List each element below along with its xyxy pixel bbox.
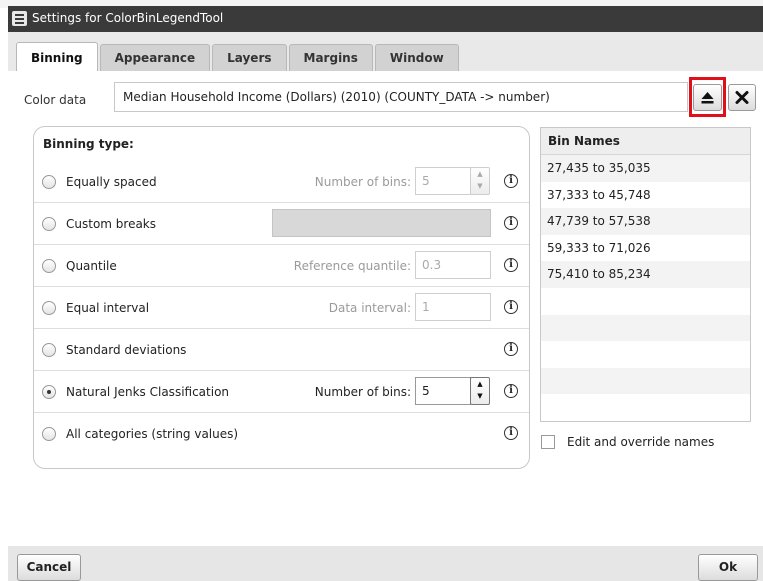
- override-names-checkbox[interactable]: [541, 435, 555, 449]
- radio-natural-jenks[interactable]: [42, 385, 56, 399]
- option-label: Equally spaced: [66, 175, 157, 189]
- param-label: Number of bins:: [314, 175, 411, 189]
- info-icon[interactable]: i: [504, 174, 518, 188]
- info-icon[interactable]: i: [504, 426, 518, 440]
- option-custom-breaks: Custom breaks i: [34, 203, 529, 245]
- equally-spaced-bins-input[interactable]: 5: [415, 167, 471, 195]
- empty-row: [541, 367, 750, 395]
- dialog-footer: Cancel Ok: [8, 546, 763, 581]
- spin-down-icon[interactable]: ▼: [471, 180, 489, 192]
- radio-quantile[interactable]: [42, 259, 56, 273]
- settings-window: Settings for ColorBinLegendTool Binning …: [8, 6, 763, 581]
- radio-standard-deviations[interactable]: [42, 343, 56, 357]
- option-equally-spaced: Equally spaced Number of bins: 5 ▲ ▼ i: [34, 161, 529, 203]
- data-interval-input[interactable]: 1: [415, 293, 491, 321]
- window-title: Settings for ColorBinLegendTool: [32, 11, 224, 25]
- cancel-button[interactable]: Cancel: [17, 554, 81, 581]
- eject-button[interactable]: [693, 84, 722, 111]
- title-bar: Settings for ColorBinLegendTool: [8, 6, 763, 32]
- info-icon[interactable]: i: [504, 342, 518, 356]
- color-data-label: Color data: [24, 93, 87, 107]
- empty-row: [541, 314, 750, 342]
- binning-type-heading: Binning type:: [43, 137, 134, 151]
- option-label: Quantile: [66, 259, 117, 273]
- empty-row: [541, 394, 750, 421]
- eject-icon: [701, 92, 714, 104]
- window-menu-icon[interactable]: [12, 11, 27, 26]
- info-icon[interactable]: i: [504, 216, 518, 230]
- bin-name-item[interactable]: 37,333 to 45,748: [541, 182, 750, 209]
- bins-stepper[interactable]: ▲ ▼: [470, 377, 490, 405]
- tab-strip: Binning Appearance Layers Margins Window: [8, 32, 763, 71]
- bin-names-list[interactable]: Bin Names 27,435 to 35,035 37,333 to 45,…: [540, 127, 751, 422]
- tab-content: Color data Median Household Income (Doll…: [8, 71, 763, 546]
- ok-button[interactable]: Ok: [698, 554, 758, 581]
- bin-name-item[interactable]: 47,739 to 57,538: [541, 208, 750, 235]
- spin-up-icon[interactable]: ▲: [471, 168, 489, 180]
- empty-row: [541, 341, 750, 368]
- info-icon[interactable]: i: [504, 258, 518, 272]
- spin-up-icon[interactable]: ▲: [471, 378, 489, 390]
- option-label: Natural Jenks Classification: [66, 385, 230, 399]
- empty-row: [541, 288, 750, 315]
- param-label: Data interval:: [328, 301, 411, 315]
- option-label: Custom breaks: [66, 217, 157, 231]
- option-all-categories: All categories (string values) i: [34, 413, 529, 455]
- custom-breaks-input[interactable]: [272, 209, 491, 237]
- tab-appearance[interactable]: Appearance: [99, 44, 211, 71]
- reference-quantile-input[interactable]: 0.3: [415, 251, 491, 279]
- radio-equally-spaced[interactable]: [42, 175, 56, 189]
- option-label: Equal interval: [66, 301, 150, 315]
- tab-window[interactable]: Window: [374, 44, 459, 71]
- param-label: Number of bins:: [314, 385, 411, 399]
- close-icon: [735, 91, 749, 104]
- radio-custom-breaks[interactable]: [42, 217, 56, 231]
- override-names-label[interactable]: Edit and override names: [567, 435, 714, 449]
- clear-color-data-button[interactable]: [728, 84, 756, 111]
- param-label: Reference quantile:: [293, 259, 411, 273]
- tab-layers[interactable]: Layers: [212, 44, 287, 71]
- spin-down-icon[interactable]: ▼: [471, 390, 489, 402]
- info-icon[interactable]: i: [504, 384, 518, 398]
- jenks-bins-input[interactable]: 5: [415, 377, 471, 405]
- binning-type-panel: Binning type: Equally spaced Number of b…: [33, 126, 530, 469]
- color-data-field[interactable]: Median Household Income (Dollars) (2010)…: [114, 82, 688, 112]
- bins-stepper[interactable]: ▲ ▼: [470, 167, 490, 195]
- bin-name-item[interactable]: 75,410 to 85,234: [541, 261, 750, 288]
- info-icon[interactable]: i: [504, 300, 518, 314]
- tab-list: Binning Appearance Layers Margins Window: [16, 42, 461, 71]
- tab-margins[interactable]: Margins: [288, 44, 373, 71]
- bin-names-header: Bin Names: [541, 128, 750, 155]
- bin-name-item[interactable]: 27,435 to 35,035: [541, 155, 750, 182]
- radio-equal-interval[interactable]: [42, 301, 56, 315]
- tab-binning[interactable]: Binning: [16, 42, 98, 71]
- option-natural-jenks: Natural Jenks Classification Number of b…: [34, 371, 529, 413]
- option-quantile: Quantile Reference quantile: 0.3 i: [34, 245, 529, 287]
- radio-all-categories[interactable]: [42, 427, 56, 441]
- option-label: Standard deviations: [66, 343, 187, 357]
- option-equal-interval: Equal interval Data interval: 1 i: [34, 287, 529, 329]
- option-label: All categories (string values): [66, 427, 239, 441]
- bin-name-item[interactable]: 59,333 to 71,026: [541, 235, 750, 262]
- option-standard-deviations: Standard deviations i: [34, 329, 529, 371]
